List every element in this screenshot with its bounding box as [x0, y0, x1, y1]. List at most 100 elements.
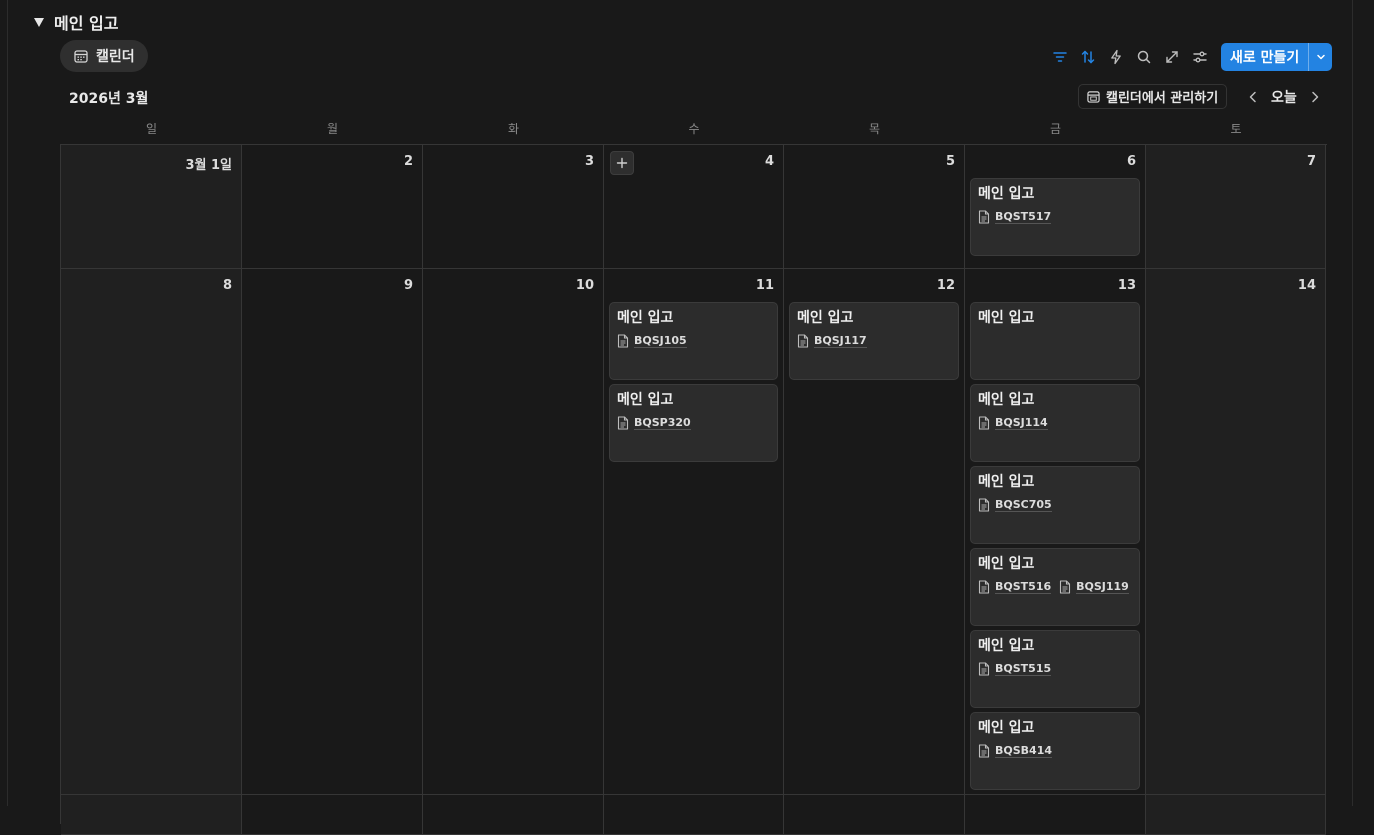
relation-link[interactable]: BQSJ117: [797, 334, 867, 348]
day-cell[interactable]: 12 메인 입고 BQSJ117: [784, 269, 965, 795]
day-cell[interactable]: 3: [423, 145, 604, 269]
relation-link[interactable]: BQSJ119: [1059, 580, 1129, 594]
event-card[interactable]: 메인 입고 BQSP320: [609, 384, 778, 462]
page-icon: [978, 744, 990, 758]
date-number: 11: [755, 278, 774, 293]
relation-label: BQSP320: [634, 416, 691, 430]
day-cell[interactable]: [242, 795, 423, 835]
relation-link[interactable]: BQST515: [978, 662, 1052, 676]
today-button[interactable]: 오늘: [1266, 86, 1302, 108]
relation-link[interactable]: BQSP320: [617, 416, 691, 430]
date-number: 7: [1306, 154, 1316, 169]
event-list: 메인 입고 BQSJ117: [789, 302, 959, 380]
event-card[interactable]: 메인 입고 BQST517: [970, 178, 1140, 256]
event-card[interactable]: 메인 입고 BQSC705: [970, 466, 1140, 544]
calendar-app-icon: [1087, 90, 1100, 103]
day-cell[interactable]: 3월 1일: [61, 145, 242, 269]
manage-in-calendar-button[interactable]: 캘린더에서 관리하기: [1078, 84, 1228, 109]
relation-link[interactable]: BQSJ114: [978, 416, 1048, 430]
plus-icon: [616, 157, 628, 169]
new-button-dropdown[interactable]: [1309, 43, 1332, 71]
settings-sliders-icon[interactable]: [1186, 43, 1214, 71]
relation-link[interactable]: BQSJ105: [617, 334, 687, 348]
relation-link[interactable]: BQST517: [978, 210, 1052, 224]
event-card[interactable]: 메인 입고 BQST515: [970, 630, 1140, 708]
relation-label: BQSB414: [995, 744, 1053, 758]
event-card[interactable]: 메인 입고 BQSJ105: [609, 302, 778, 380]
day-cell[interactable]: [965, 795, 1146, 835]
date-number: 6: [1126, 154, 1136, 169]
relation-link[interactable]: BQST516: [978, 580, 1052, 594]
day-cell[interactable]: [604, 795, 784, 835]
day-cell[interactable]: [1146, 795, 1326, 835]
weekday-label: 화: [507, 122, 520, 136]
weekday-label: 일: [145, 122, 158, 136]
day-cell[interactable]: 9: [242, 269, 423, 795]
event-relations: BQST515: [978, 662, 1132, 676]
day-cell[interactable]: 5: [784, 145, 965, 269]
weekday-label: 토: [1230, 122, 1242, 136]
event-title: 메인 입고: [978, 556, 1035, 572]
page-icon: [1059, 580, 1071, 594]
chevron-left-icon: [1248, 91, 1258, 103]
day-cell[interactable]: 8: [61, 269, 242, 795]
expand-icon[interactable]: [1158, 43, 1186, 71]
lightning-icon[interactable]: [1102, 43, 1130, 71]
day-cell[interactable]: 14: [1146, 269, 1326, 795]
day-cell[interactable]: 11 메인 입고 BQSJ105 메인 입고 BQSP320: [604, 269, 784, 795]
relation-label: BQSJ119: [1076, 580, 1129, 594]
weekday-label: 월: [326, 122, 339, 136]
event-card[interactable]: 메인 입고 BQST516 BQSJ119: [970, 548, 1140, 626]
date-number: 5: [945, 154, 955, 169]
day-cell[interactable]: 4: [604, 145, 784, 269]
calendar-icon: [74, 49, 88, 63]
event-relations: BQSB414: [978, 744, 1132, 758]
relation-link[interactable]: BQSB414: [978, 744, 1053, 758]
relation-label: BQSJ117: [814, 334, 867, 348]
event-card[interactable]: 메인 입고 BQSJ114: [970, 384, 1140, 462]
event-relations: BQST517: [978, 210, 1132, 224]
event-title: 메인 입고: [978, 474, 1035, 490]
event-relations: BQSJ117: [797, 334, 951, 348]
event-title: 메인 입고: [978, 186, 1035, 202]
day-cell[interactable]: [784, 795, 965, 835]
new-button[interactable]: 새로 만들기: [1221, 43, 1308, 71]
date-number: 14: [1297, 278, 1316, 293]
month-label: 2026년 3월: [69, 91, 149, 107]
section-title: 메인 입고: [54, 14, 119, 33]
date-number: 3: [584, 154, 594, 169]
day-cell[interactable]: 6 메인 입고 BQST517: [965, 145, 1146, 269]
weekday-label: 목: [868, 122, 881, 136]
page-frame-left: [7, 0, 8, 806]
collapse-toggle-icon[interactable]: [34, 17, 44, 27]
day-cell[interactable]: [423, 795, 604, 835]
day-cell[interactable]: 13 메인 입고 메인 입고 BQSJ114 메인 입고 BQSC705 메인 입고 BQST…: [965, 269, 1146, 795]
event-card[interactable]: 메인 입고: [970, 302, 1140, 380]
event-title: 메인 입고: [978, 392, 1035, 408]
date-number: 10: [575, 278, 594, 293]
event-relations: BQSC705: [978, 498, 1132, 512]
day-cell[interactable]: [61, 795, 242, 835]
event-relations: BQSJ105: [617, 334, 770, 348]
relation-link[interactable]: BQSC705: [978, 498, 1052, 512]
page-icon: [978, 210, 990, 224]
day-cell[interactable]: 2: [242, 145, 423, 269]
next-month-button[interactable]: [1305, 86, 1325, 108]
day-cell[interactable]: 10: [423, 269, 604, 795]
day-cell[interactable]: 7: [1146, 145, 1326, 269]
page-icon: [978, 416, 990, 430]
filter-icon[interactable]: [1046, 43, 1074, 71]
section-header: 메인 입고: [34, 10, 118, 34]
sort-icon[interactable]: [1074, 43, 1102, 71]
page-icon: [978, 580, 990, 594]
event-card[interactable]: 메인 입고 BQSB414: [970, 712, 1140, 790]
prev-month-button[interactable]: [1243, 86, 1263, 108]
search-icon[interactable]: [1130, 43, 1158, 71]
calendar-grid: 3월 1일 2 3 4 5 6 메인 입고 BQST517 7 8 9 10 11 메인 입고 BQSJ10…: [60, 144, 1327, 835]
date-number: 2: [403, 154, 413, 169]
event-card[interactable]: 메인 입고 BQSJ117: [789, 302, 959, 380]
calendar-view-tab[interactable]: 캘린더: [60, 40, 148, 72]
event-title: 메인 입고: [797, 310, 854, 326]
event-relations: BQSJ114: [978, 416, 1132, 430]
add-event-button[interactable]: [610, 151, 634, 175]
